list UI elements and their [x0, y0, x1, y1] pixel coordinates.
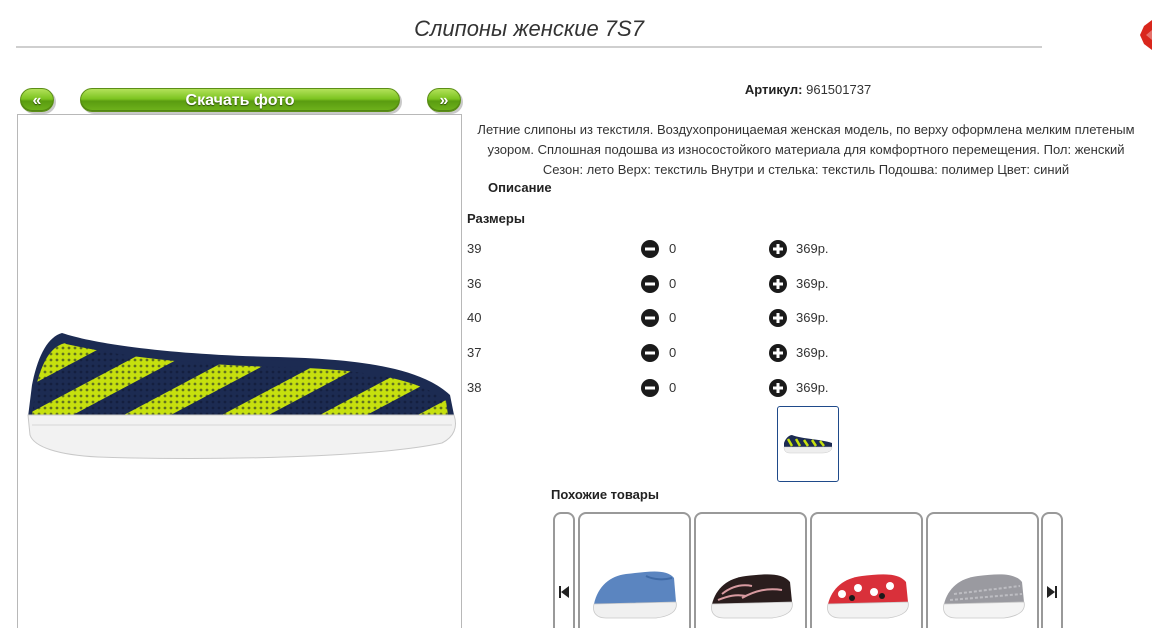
- carousel-next-button[interactable]: [1041, 512, 1063, 628]
- size-row: 39 0 369р.: [467, 239, 887, 259]
- product-photo: [17, 114, 462, 628]
- size-row: 38 0 369р.: [467, 378, 887, 398]
- shoe-image: [27, 333, 456, 459]
- blue-slipon-image: [593, 571, 677, 619]
- minus-icon[interactable]: [641, 309, 659, 327]
- carousel-prev-button[interactable]: [553, 512, 575, 628]
- skip-back-icon: [559, 586, 569, 598]
- quantity-value: 0: [669, 276, 677, 291]
- size-value: 36: [467, 276, 482, 291]
- minus-icon[interactable]: [641, 344, 659, 362]
- price-value: 369р.: [796, 276, 829, 291]
- photo-thumbnail[interactable]: [777, 406, 839, 482]
- red-pattern-slipon-image: [827, 574, 909, 619]
- article-line: Артикул: 961501737: [470, 82, 1146, 97]
- description-heading[interactable]: Описание: [488, 180, 552, 195]
- shoe-thumbnail-image: [783, 435, 833, 454]
- similar-product-card[interactable]: [810, 512, 923, 628]
- article-number: 961501737: [806, 82, 872, 97]
- quantity-value: 0: [669, 310, 677, 325]
- size-value: 38: [467, 380, 482, 395]
- plus-icon[interactable]: [769, 275, 787, 293]
- size-value: 39: [467, 241, 482, 256]
- quantity-value: 0: [669, 345, 677, 360]
- minus-icon[interactable]: [641, 379, 659, 397]
- size-row: 36 0 369р.: [467, 274, 887, 294]
- plus-icon[interactable]: [769, 309, 787, 327]
- size-row: 40 0 369р.: [467, 308, 887, 328]
- article-label: Артикул:: [744, 82, 803, 97]
- download-photo-button[interactable]: Скачать фото: [80, 88, 400, 112]
- size-row: 37 0 369р.: [467, 343, 887, 363]
- quantity-value: 0: [669, 241, 677, 256]
- plus-icon[interactable]: [769, 240, 787, 258]
- sizes-heading: Размеры: [467, 211, 525, 226]
- similar-products-heading: Похожие товары: [551, 487, 659, 502]
- skip-forward-icon: [1047, 586, 1057, 598]
- next-photo-button[interactable]: »: [427, 88, 461, 112]
- minus-icon[interactable]: [641, 275, 659, 293]
- plus-icon[interactable]: [769, 344, 787, 362]
- minus-icon[interactable]: [641, 240, 659, 258]
- lace-slipon-image: [711, 574, 793, 619]
- price-value: 369р.: [796, 310, 829, 325]
- grey-slipon-image: [943, 574, 1025, 619]
- prev-photo-button[interactable]: «: [20, 88, 54, 112]
- similar-product-card[interactable]: [926, 512, 1039, 628]
- similar-product-card[interactable]: [578, 512, 691, 628]
- size-value: 37: [467, 345, 482, 360]
- similar-product-card[interactable]: [694, 512, 807, 628]
- price-value: 369р.: [796, 345, 829, 360]
- price-value: 369р.: [796, 380, 829, 395]
- page-title: Слипоны женские 7S7: [16, 14, 1042, 48]
- close-icon[interactable]: [1138, 20, 1152, 50]
- size-value: 40: [467, 310, 482, 325]
- product-description: Летние слипоны из текстиля. Воздухопрони…: [477, 122, 1135, 177]
- price-value: 369р.: [796, 241, 829, 256]
- plus-icon[interactable]: [769, 379, 787, 397]
- quantity-value: 0: [669, 380, 677, 395]
